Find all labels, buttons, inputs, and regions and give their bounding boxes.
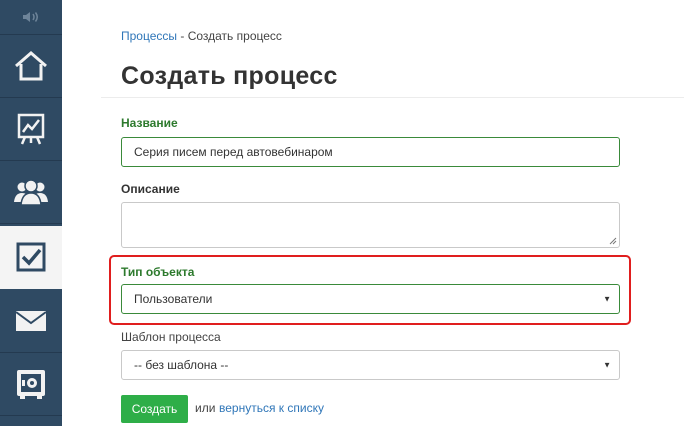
name-input-value: Серия писем перед автовебинаром [134, 145, 333, 159]
create-button[interactable]: Создать [121, 395, 188, 423]
page-title: Создать процесс [121, 62, 338, 90]
safe-icon [17, 370, 45, 399]
dropdown-arrow-icon: ▼ [603, 360, 611, 370]
chart-icon [17, 113, 45, 145]
sidebar-item-processes[interactable] [0, 226, 62, 289]
sidebar-item-safe[interactable] [0, 353, 62, 416]
template-label: Шаблон процесса [121, 330, 221, 344]
sidebar-item-home[interactable] [0, 35, 62, 98]
description-textarea[interactable] [121, 202, 620, 248]
sidebar-item-users[interactable] [0, 161, 62, 224]
breadcrumb-link-processes[interactable]: Процессы [121, 29, 177, 43]
back-to-list-link[interactable]: вернуться к списку [219, 401, 324, 415]
home-icon [15, 51, 47, 81]
sidebar [0, 0, 62, 426]
volume-icon [23, 12, 38, 22]
template-selected: -- без шаблона -- [134, 358, 229, 372]
description-label: Описание [121, 182, 180, 196]
main-content: Процессы - Создать процесс Создать проце… [62, 0, 684, 426]
template-select[interactable]: -- без шаблона -- ▼ [121, 350, 620, 380]
dropdown-arrow-icon: ▼ [603, 294, 611, 304]
sidebar-item-sound[interactable] [0, 0, 62, 35]
mail-icon [15, 311, 47, 331]
resize-handle-icon[interactable] [609, 237, 617, 245]
sidebar-item-analytics[interactable] [0, 98, 62, 161]
checkbox-icon [16, 242, 46, 272]
sidebar-item-mail[interactable] [0, 290, 62, 353]
name-input[interactable]: Серия писем перед автовебинаром [121, 137, 620, 167]
object-type-select[interactable]: Пользователи ▼ [121, 284, 620, 314]
breadcrumb: Процессы - Создать процесс [121, 29, 282, 43]
breadcrumb-current: Создать процесс [187, 29, 282, 43]
name-label: Название [121, 116, 178, 130]
object-type-selected: Пользователи [134, 292, 213, 306]
breadcrumb-separator: - [180, 29, 185, 43]
or-text: или [195, 401, 216, 415]
users-icon [14, 179, 48, 206]
object-type-label: Тип объекта [121, 265, 195, 279]
title-divider [101, 97, 684, 98]
